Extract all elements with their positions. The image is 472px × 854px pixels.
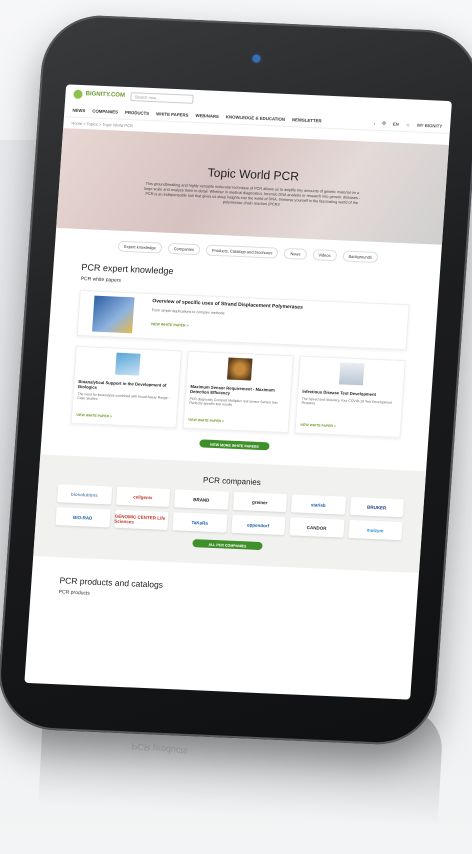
- company-logo[interactable]: starlab: [290, 494, 346, 515]
- account-link[interactable]: MY BIGNITY: [417, 122, 442, 128]
- company-logo[interactable]: BIO-RAD: [55, 507, 111, 528]
- products-section: PCR products and catalogs PCR products: [30, 574, 417, 613]
- company-logo[interactable]: cellgenix: [115, 486, 171, 508]
- card-text: The Speed and Accuracy Your COVID-19 Tes…: [301, 396, 393, 406]
- nav-item-white-papers[interactable]: WHITE PAPERS: [156, 111, 189, 117]
- nav-item-news[interactable]: NEWS: [72, 107, 85, 113]
- card-link[interactable]: VIEW WHITE PAPER >: [76, 413, 112, 419]
- page-title: Topic World PCR: [207, 165, 300, 183]
- company-logo[interactable]: TaKaRa: [172, 512, 228, 533]
- nav-item-companies[interactable]: COMPANIES: [92, 108, 118, 114]
- white-paper-card[interactable]: Bioanalytical Support in the Development…: [70, 345, 182, 429]
- site-logo[interactable]: BIGNITY.COM: [73, 89, 125, 100]
- company-logo[interactable]: greiner: [232, 491, 288, 513]
- companies-section: PCR companies biosolutions cellgenix BRAND…: [33, 454, 427, 573]
- company-logo[interactable]: GENOMIC CENTER Life Sciences: [113, 509, 169, 530]
- tab-expert-knowledge[interactable]: Expert knowledge: [117, 240, 163, 254]
- share-icon[interactable]: ‹: [374, 120, 376, 125]
- white-paper-card[interactable]: Infectious Disease Test Development The …: [294, 355, 406, 439]
- tab-companies[interactable]: Companies: [167, 242, 201, 256]
- card-thumbnail: [115, 352, 141, 376]
- company-logo[interactable]: CANDOR: [289, 517, 345, 538]
- nav-item-newsletter[interactable]: NEWSLETTER: [292, 117, 322, 123]
- featured-white-paper[interactable]: Overview of specific uses of Strand Disp…: [76, 290, 410, 351]
- globe-icon[interactable]: ◎: [382, 120, 386, 126]
- company-logos: biosolutions cellgenix BRAND greiner starlab…: [35, 483, 424, 541]
- card-text: The need for bioanalysis combined with b…: [77, 391, 170, 401]
- card-title: Bioanalytical Support in the Development…: [77, 379, 167, 390]
- white-paper-thumbnail: [92, 295, 135, 334]
- nav-item-products[interactable]: PRODUCTS: [125, 109, 149, 115]
- tablet-screen: BIGNITY.COM Search now... NEWS COMPANIES…: [24, 84, 452, 700]
- card-thumbnail: [338, 362, 365, 386]
- tab-products[interactable]: Products, Catalogs and brochures: [205, 244, 279, 259]
- nav-item-webinars[interactable]: WEBINARS: [195, 112, 219, 118]
- card-link[interactable]: VIEW WHITE PAPER >: [188, 418, 224, 424]
- nav-item-knowledge[interactable]: KNOWLEDGE & EDUCATION: [226, 114, 285, 122]
- featured-link[interactable]: VIEW WHITE PAPER >: [151, 322, 403, 337]
- tab-backgrounds[interactable]: Backgrounds: [342, 250, 379, 263]
- reflection-text-2: PCR products: [130, 740, 188, 757]
- tab-news[interactable]: News: [284, 247, 307, 260]
- company-logo[interactable]: biosolutions: [57, 484, 112, 505]
- white-paper-cards: Bioanalytical Support in the Development…: [42, 341, 434, 444]
- nav-right: ‹ ◎ EN ☺ MY BIGNITY: [374, 120, 443, 129]
- company-logo[interactable]: BRAND: [173, 489, 229, 510]
- card-thumbnail: [227, 357, 253, 381]
- company-logo[interactable]: BRUKER: [349, 496, 405, 518]
- view-more-white-papers-button[interactable]: VIEW MORE WHITE PAPERS: [199, 439, 270, 451]
- stage: PCR products and catalogs PCR products B…: [0, 0, 472, 854]
- camera-icon: [252, 54, 261, 63]
- card-title: Maximum Sensor Requirement - Maximum Det…: [189, 383, 276, 396]
- all-companies-button[interactable]: ALL PCR COMPANIES: [192, 539, 263, 551]
- white-paper-card[interactable]: Maximum Sensor Requirement - Maximum Det…: [182, 350, 294, 434]
- hero-banner: Topic World PCR This groundbreaking and …: [56, 128, 449, 245]
- card-text: PCR diagnostic Compact Multiplex real se…: [189, 396, 279, 407]
- user-icon[interactable]: ☺: [406, 122, 411, 127]
- card-link[interactable]: VIEW WHITE PAPER >: [300, 423, 336, 429]
- hero-text: This groundbreaking and highly versatile…: [143, 181, 361, 207]
- language-selector[interactable]: EN: [393, 121, 399, 126]
- logo-text: BIGNITY.COM: [85, 91, 126, 99]
- tablet-device: BIGNITY.COM Search now... NEWS COMPANIES…: [0, 13, 472, 747]
- tab-videos[interactable]: Videos: [312, 249, 337, 262]
- company-logo[interactable]: molzym: [347, 519, 403, 541]
- search-input[interactable]: Search now...: [130, 91, 195, 104]
- company-logo[interactable]: eppendorf: [230, 514, 286, 536]
- featured-body: Overview of specific uses of Strand Disp…: [146, 294, 409, 349]
- logo-icon: [73, 89, 83, 99]
